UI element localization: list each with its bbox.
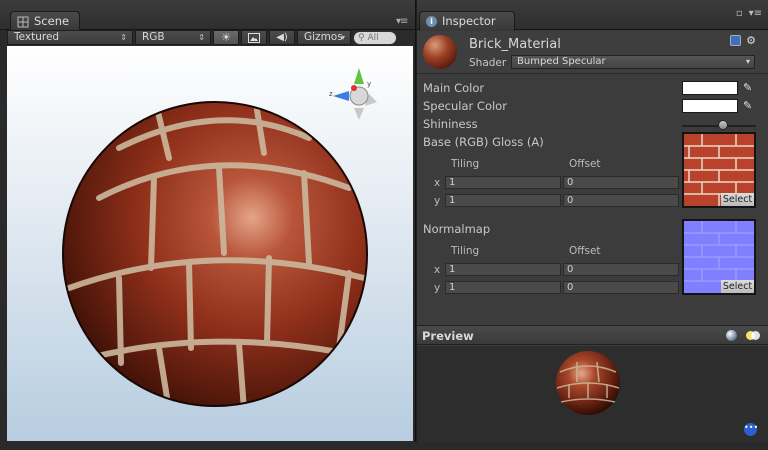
svg-text:y: y [367, 80, 371, 88]
audio-icon: ◀) [276, 32, 288, 43]
base-texture-label: Base (RGB) Gloss (A) [423, 135, 544, 149]
normal-y-label: y [434, 282, 441, 294]
normalmap-label: Normalmap [423, 222, 491, 236]
search-icon: ⚲ [358, 32, 365, 43]
sphere-mesh-icon[interactable] [726, 330, 737, 341]
tab-menu-icon[interactable]: ▾≡ [749, 8, 762, 19]
preview-icons [726, 330, 760, 341]
channel-value: RGB [142, 31, 165, 43]
normalmap-select-button[interactable]: Select [721, 280, 754, 293]
base-offset-header: Offset [569, 158, 601, 170]
scene-viewport[interactable]: z y [7, 46, 413, 441]
base-offset-x-field[interactable]: 0 [563, 176, 679, 189]
inspector-panel: i Inspector ▫ ▾≡ Brick_Material Shader B… [417, 0, 768, 450]
gear-icon[interactable]: ⚙ [746, 35, 756, 46]
shininess-label: Shininess [423, 117, 478, 131]
normal-tiling-y-field[interactable]: 1 [445, 281, 561, 294]
shader-dropdown[interactable]: Bumped Specular ▾ [511, 55, 755, 69]
main-color-swatch[interactable] [682, 81, 738, 95]
base-texture-select-button[interactable]: Select [721, 193, 754, 206]
base-tiling-y-field[interactable]: 1 [445, 194, 561, 207]
header-icons: ⚙ [730, 35, 756, 46]
svg-text:z: z [329, 90, 333, 98]
normal-tiling-header: Tiling [451, 245, 480, 257]
chevron-down-icon: ▾ [340, 33, 345, 42]
shader-value: Bumped Specular [517, 56, 606, 67]
preview-sphere [556, 351, 620, 415]
base-texture-slot[interactable]: Select [682, 132, 756, 208]
inspector-tab-label: Inspector [442, 14, 496, 28]
preview-area[interactable]: ••• [417, 346, 768, 442]
skybox-toggle[interactable] [241, 30, 267, 45]
shininess-slider-thumb[interactable] [717, 120, 728, 130]
base-tiling-header: Tiling [451, 158, 480, 170]
chevron-down-icon: ▾ [745, 57, 750, 66]
shader-label: Shader [469, 57, 507, 69]
normal-offset-header: Offset [569, 245, 601, 257]
specular-color-label: Specular Color [423, 99, 507, 113]
shading-mode-value: Textured [14, 31, 60, 43]
specular-color-swatch[interactable] [682, 99, 738, 113]
search-placeholder: All [367, 32, 379, 43]
eyedropper-icon[interactable]: ✎ [743, 100, 755, 112]
gizmo-y-axis [354, 68, 364, 84]
preview-title: Preview [422, 329, 474, 343]
orientation-gizmo[interactable]: z y [329, 66, 389, 126]
eyedropper-icon[interactable]: ✎ [743, 82, 755, 94]
sun-icon: ☀ [221, 31, 231, 44]
tab-menu-icon[interactable]: ▾≡ [396, 16, 408, 27]
gizmo-x-cap [351, 85, 357, 91]
gizmos-label: Gizmos [304, 31, 343, 43]
material-header: Brick_Material Shader Bumped Specular ▾ … [417, 31, 768, 74]
updown-caret-icon: ⇕ [120, 33, 127, 42]
main-color-label: Main Color [423, 81, 485, 95]
material-name: Brick_Material [469, 37, 561, 52]
base-offset-y-field[interactable]: 0 [563, 194, 679, 207]
scene-toolbar: Textured ⇕ RGB ⇕ ☀ ◀) Gizmos ▾ ⚲ All [7, 30, 410, 45]
bottom-border [0, 442, 768, 450]
material-thumbnail [423, 35, 457, 69]
scene-search-input[interactable]: ⚲ All [353, 30, 397, 45]
tab-inspector[interactable]: i Inspector [419, 11, 515, 31]
lighting-toggle[interactable]: ☀ [213, 30, 239, 45]
preview-header[interactable]: Preview [417, 325, 768, 345]
normal-offset-x-field[interactable]: 0 [563, 263, 679, 276]
help-book-icon[interactable] [730, 35, 742, 46]
normalmap-slot[interactable]: Select [682, 219, 756, 295]
tab-scene[interactable]: Scene [10, 11, 81, 31]
image-icon [248, 32, 260, 43]
scene-grid-icon [17, 16, 29, 27]
shading-mode-dropdown[interactable]: Textured ⇕ [7, 30, 133, 45]
window-controls: ▫ ▾≡ [736, 8, 762, 19]
gizmos-dropdown[interactable]: Gizmos ▾ [297, 30, 351, 45]
normal-x-label: x [434, 264, 441, 276]
lights-toggle-icon[interactable] [746, 330, 760, 341]
brick-sphere[interactable] [59, 98, 371, 410]
gizmo-neg-y-axis [354, 108, 364, 120]
maximize-icon[interactable]: ▫ [736, 8, 743, 19]
updown-caret-icon: ⇕ [198, 33, 205, 42]
base-y-label: y [434, 195, 441, 207]
more-options-icon[interactable]: ••• [744, 423, 758, 436]
channel-dropdown[interactable]: RGB ⇕ [135, 30, 211, 45]
scene-panel: Scene ▾≡ Textured ⇕ RGB ⇕ ☀ ◀) Gizmos ▾ [0, 0, 416, 450]
normal-tiling-x-field[interactable]: 1 [445, 263, 561, 276]
normal-offset-y-field[interactable]: 0 [563, 281, 679, 294]
info-icon: i [426, 16, 437, 27]
base-x-label: x [434, 177, 441, 189]
scene-tab-label: Scene [34, 14, 70, 28]
scene-tabbar: Scene ▾≡ [0, 0, 415, 31]
inspector-tabbar: i Inspector ▫ ▾≡ [417, 0, 768, 31]
gizmo-z-axis [333, 91, 349, 101]
base-tiling-x-field[interactable]: 1 [445, 176, 561, 189]
audio-toggle[interactable]: ◀) [269, 30, 295, 45]
